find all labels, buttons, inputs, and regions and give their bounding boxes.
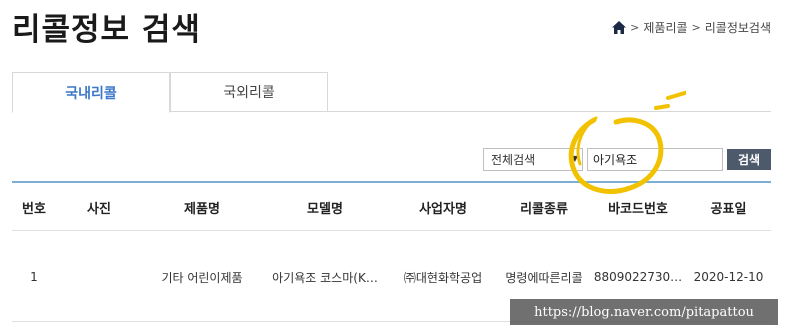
cell-product-name[interactable]: 기타 어린이제품 [142, 232, 262, 322]
breadcrumb-product-recall[interactable]: 제품리콜 [643, 19, 687, 36]
table-header-row: 번호 사진 제품명 모델명 사업자명 리콜종류 바코드번호 공표일 [12, 183, 771, 231]
page-title: 리콜정보 검색 [12, 12, 201, 48]
cell-model-name[interactable]: 아기욕조 코스마(K… [262, 232, 388, 322]
watermark: https://blog.naver.com/pitapattou [510, 299, 778, 325]
header-photo: 사진 [87, 201, 111, 217]
search-scope-value: 전체검색 [491, 153, 536, 167]
search-bar: 전체검색 ▼ 검색 [483, 148, 771, 171]
cell-number: 1 [30, 270, 38, 284]
search-scope-select[interactable]: 전체검색 ▼ [483, 148, 583, 171]
cell-business-name: ㈜대현화학공업 [403, 270, 483, 285]
header-number: 번호 [22, 201, 46, 217]
search-input[interactable] [587, 148, 723, 171]
breadcrumb-recall-search[interactable]: 리콜정보검색 [705, 19, 771, 36]
tab-bar: 국내리콜 국외리콜 [12, 72, 771, 113]
header-product-name: 제품명 [184, 201, 220, 217]
chevron-down-icon: ▼ [571, 154, 578, 163]
cell-photo [56, 232, 142, 322]
header-announce-date: 공표일 [710, 201, 747, 217]
breadcrumb-separator: > [691, 21, 701, 34]
search-button[interactable]: 검색 [727, 149, 771, 170]
home-icon[interactable] [612, 21, 627, 34]
tab-domestic-recall[interactable]: 국내리콜 [12, 72, 170, 113]
breadcrumb-separator: > [630, 21, 640, 34]
header-recall-type: 리콜종류 [520, 201, 568, 217]
header-barcode: 바코드번호 [608, 201, 668, 217]
header-business-name: 사업자명 [419, 201, 467, 217]
header-model-name: 모델명 [307, 201, 343, 217]
breadcrumb: > 제품리콜 > 리콜정보검색 [612, 19, 771, 36]
tab-overseas-recall[interactable]: 국외리콜 [170, 72, 328, 112]
